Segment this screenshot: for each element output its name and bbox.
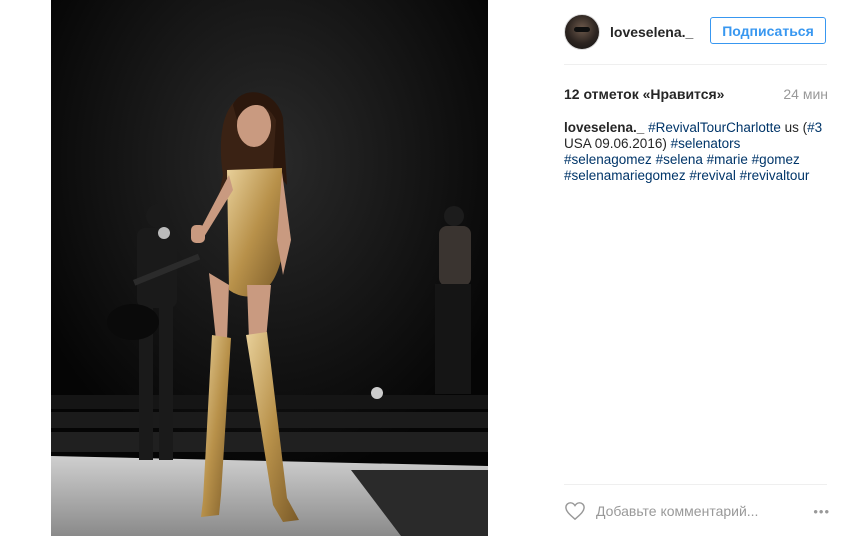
more-options-icon[interactable]: ••• (813, 504, 830, 519)
musician-right-figure (435, 206, 471, 394)
hashtag-link[interactable]: #revival (689, 168, 736, 183)
comment-row: Добавьте комментарий... ••• (564, 494, 830, 528)
concert-photo-illustration (51, 0, 488, 536)
hashtag-link[interactable]: #marie (707, 152, 748, 167)
hashtag-link[interactable]: #gomez (752, 152, 800, 167)
hashtag-link[interactable]: #selenagomez (564, 152, 652, 167)
likes-count[interactable]: 12 отметок «Нравится» (564, 86, 724, 102)
hashtag-link[interactable]: #3 (807, 120, 822, 135)
hashtag-link[interactable]: #selenamariegomez (564, 168, 686, 183)
hashtag-link[interactable]: #revivaltour (740, 168, 810, 183)
post-sidebar: loveselena._ Подписаться 12 отметок «Нра… (548, 0, 847, 536)
divider (564, 64, 827, 65)
comment-input[interactable]: Добавьте комментарий... (596, 503, 813, 519)
likes-row: 12 отметок «Нравится» 24 мин (564, 85, 828, 103)
hashtag-link[interactable]: #selena (656, 152, 703, 167)
divider (564, 484, 827, 485)
follow-button[interactable]: Подписаться (710, 17, 826, 44)
header-username[interactable]: loveselena._ (610, 24, 693, 40)
caption-username[interactable]: loveselena._ (564, 120, 644, 135)
post-photo[interactable] (51, 0, 488, 536)
hashtag-link[interactable]: #selenators (671, 136, 741, 151)
post-time[interactable]: 24 мин (783, 86, 828, 102)
caption-fragment: us ( (780, 120, 808, 135)
post-caption: loveselena._ #RevivalTourCharlotte us (#… (564, 120, 830, 184)
caption-fragment: USA 09.06.2016) (564, 136, 671, 151)
heart-icon[interactable] (564, 501, 586, 521)
hashtag-link[interactable]: #RevivalTourCharlotte (648, 120, 781, 135)
avatar[interactable] (564, 14, 600, 50)
